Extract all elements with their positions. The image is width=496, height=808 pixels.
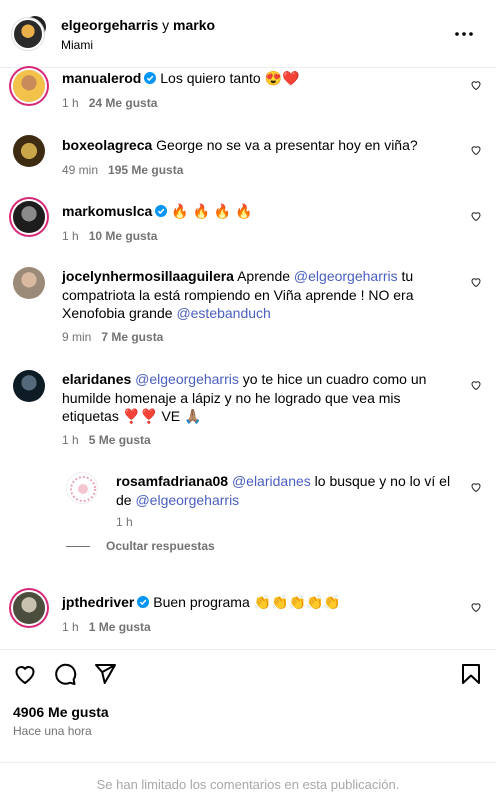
comment-text: boxeolagreca George no se va a presentar… <box>62 136 418 155</box>
more-options-icon[interactable] <box>452 22 476 46</box>
comment-time[interactable]: 1 h <box>62 229 79 243</box>
comment-likes[interactable]: 5 Me gusta <box>89 433 151 447</box>
share-icon[interactable] <box>93 662 117 686</box>
comment-username[interactable]: rosamfadriana08 <box>116 473 228 489</box>
verified-badge-icon <box>137 596 150 608</box>
avatar[interactable] <box>13 592 45 624</box>
post-location[interactable]: Miami <box>61 38 93 52</box>
comment-username[interactable]: elaridanes <box>62 371 131 387</box>
verified-badge-icon <box>155 205 168 217</box>
rosa-logo-icon <box>70 476 96 502</box>
hide-replies-label: Ocultar respuestas <box>106 539 215 553</box>
comment-body: yo te hice un cuadro como un <box>238 371 427 387</box>
comment-meta: 49 min 195 Me gusta <box>62 163 183 177</box>
post-likes-count[interactable]: 4906 Me gusta <box>13 704 109 720</box>
comment-likes[interactable]: 10 Me gusta <box>89 229 158 243</box>
comment-text: elaridanes @elgeorgeharris yo te hice un… <box>62 370 462 426</box>
comment-meta: 1 h 5 Me gusta <box>62 433 151 447</box>
like-heart-icon[interactable] <box>470 379 482 391</box>
comment-body: etiquetas ❣️❣️ VE 🙏🏽 <box>62 408 202 424</box>
comment-body: lo busque y no lo ví el <box>310 473 451 489</box>
comment-text: jpthedriver Buen programa 👏👏👏👏👏 <box>62 593 341 612</box>
post-authors[interactable]: elgeorgeharris y marko <box>61 17 215 33</box>
comment-meta: 1 h <box>116 515 133 529</box>
collab-avatar-primary[interactable] <box>12 18 44 50</box>
comment-time[interactable]: 1 h <box>62 433 79 447</box>
comment-time[interactable]: 1 h <box>62 96 79 110</box>
comment-text: rosamfadriana08 @elaridanes lo busque y … <box>116 472 466 509</box>
mention-link[interactable]: @elgeorgeharris <box>294 268 398 284</box>
comment-body: 🔥 🔥 🔥 🔥 <box>171 203 253 219</box>
notice-text: Se han limitado los comentarios en esta … <box>96 777 400 792</box>
comment-icon[interactable] <box>53 662 77 686</box>
comment-body: Xenofobia grande <box>62 305 177 321</box>
author-primary[interactable]: elgeorgeharris <box>61 17 158 33</box>
mention-link[interactable]: @elgeorgeharris <box>135 492 239 508</box>
verified-badge-icon <box>144 72 157 84</box>
save-bookmark-icon[interactable] <box>459 662 483 686</box>
comments-limited-notice: Se han limitado los comentarios en esta … <box>0 762 496 808</box>
like-heart-icon[interactable] <box>470 79 482 91</box>
comment-body: humilde homenaje a lápiz y no he logrado… <box>62 389 401 406</box>
like-post-icon[interactable] <box>13 662 37 686</box>
comment-likes[interactable]: 195 Me gusta <box>108 163 183 177</box>
post-action-bar <box>0 649 496 699</box>
comment-meta: 1 h 24 Me gusta <box>62 96 157 110</box>
like-heart-icon[interactable] <box>470 210 482 222</box>
comment-time[interactable]: 1 h <box>116 515 133 529</box>
like-heart-icon[interactable] <box>470 481 482 493</box>
comment-likes[interactable]: 24 Me gusta <box>89 96 158 110</box>
divider-line <box>66 546 90 548</box>
avatar[interactable] <box>13 370 45 402</box>
author-connector: y <box>158 17 174 33</box>
comment-text: jocelynhermosillaaguilera Aprende @elgeo… <box>62 267 462 323</box>
comment-meta: 9 min 7 Me gusta <box>62 330 163 344</box>
avatar[interactable] <box>13 70 45 102</box>
comment-likes[interactable]: 7 Me gusta <box>101 330 163 344</box>
comment-text: markomuslca 🔥 🔥 🔥 🔥 <box>62 202 253 221</box>
comment-text: manualerod Los quiero tanto 😍❤️ <box>62 69 299 88</box>
comment-username[interactable]: jpthedriver <box>62 594 134 610</box>
mention-link[interactable]: @estebanduch <box>176 305 270 321</box>
comment-body: tu <box>397 268 414 284</box>
avatar[interactable] <box>13 135 45 167</box>
comment-body: Los quiero tanto 😍❤️ <box>160 70 300 86</box>
comment-body: de <box>116 491 136 508</box>
author-secondary[interactable]: marko <box>173 17 215 33</box>
comment-username[interactable]: jocelynhermosillaaguilera <box>62 268 234 284</box>
comment-username[interactable]: markomuslca <box>62 203 152 219</box>
comment-time[interactable]: 49 min <box>62 163 98 177</box>
like-heart-icon[interactable] <box>470 144 482 156</box>
comment-body: Buen programa 👏👏👏👏👏 <box>153 594 341 610</box>
comment-body: Aprende <box>237 268 294 284</box>
mention-link[interactable]: @elaridanes <box>232 473 311 489</box>
avatar[interactable] <box>13 201 45 233</box>
comment-likes[interactable]: 1 Me gusta <box>89 620 151 634</box>
post-timestamp[interactable]: Hace una hora <box>13 724 92 738</box>
post-header: elgeorgeharris y marko Miami <box>0 0 496 68</box>
comment-meta: 1 h 10 Me gusta <box>62 229 157 243</box>
mention-link[interactable]: @elgeorgeharris <box>135 371 239 387</box>
like-heart-icon[interactable] <box>470 601 482 613</box>
comment-time[interactable]: 9 min <box>62 330 91 344</box>
comment-username[interactable]: boxeolagreca <box>62 137 152 153</box>
avatar[interactable] <box>66 472 98 504</box>
comment-body: George no se va a presentar hoy en viña? <box>156 137 418 153</box>
comment-time[interactable]: 1 h <box>62 620 79 634</box>
comment-body: compatriota la está rompiendo en Viña ap… <box>62 286 414 303</box>
avatar[interactable] <box>13 267 45 299</box>
comment-meta: 1 h 1 Me gusta <box>62 620 151 634</box>
like-heart-icon[interactable] <box>470 276 482 288</box>
comment-username[interactable]: manualerod <box>62 70 141 86</box>
hide-replies-button[interactable]: Ocultar respuestas <box>66 539 215 553</box>
